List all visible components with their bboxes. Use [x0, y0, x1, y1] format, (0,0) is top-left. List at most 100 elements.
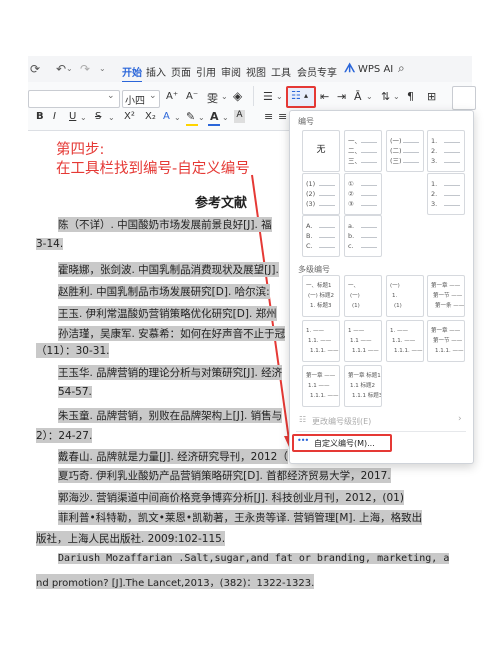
numbering-style-marker: 三、 — [348, 157, 361, 165]
numbering-style-option[interactable]: 一、 二、 三、 — [344, 130, 382, 172]
multilevel-style-marker: 一、 — [348, 283, 360, 289]
reference-line: 霍晓娜，张剑波. 中国乳制品消费现状及展望[J]. — [58, 262, 279, 277]
numbering-style-line — [361, 142, 377, 143]
numbering-style-line — [444, 142, 460, 143]
numbering-style-option[interactable]: (一) (二) (三) — [386, 130, 424, 172]
reference-line: 郭海沙. 营销渠道中间商价格竞争博弈分析[J]. 科技创业月刊，2012，(01… — [58, 490, 404, 505]
reference-line: （11）：30-31. — [36, 343, 110, 358]
numbering-dropdown: 编号 多级编号 ☷ 更改编号级别(E) › ••• 自定义编号(M)... 无一… — [289, 110, 474, 464]
reference-line: 夏巧奇. 伊利乳业酸奶产品营销策略研究[D]. 首都经济贸易大学，2017. — [58, 468, 391, 483]
multilevel-style-option[interactable]: 第一章 —— 第一节 —— 第一条 —— — [427, 275, 465, 317]
multilevel-style-marker: 1 —— — [348, 328, 365, 334]
numbering-style-marker: (2) — [306, 190, 316, 198]
change-level-icon: ☷ — [299, 415, 307, 424]
multilevel-style-marker: 1.1 —— — [350, 338, 372, 344]
multilevel-style-marker: 1.1.1 —— — [352, 348, 379, 354]
numbering-style-option[interactable]: 1. 2. 3. — [427, 130, 465, 172]
numbering-style-line — [444, 162, 460, 163]
numbering-style-marker: C. — [306, 242, 313, 250]
numbering-style-line — [361, 205, 377, 206]
numbering-style-marker: (二) — [390, 147, 402, 155]
numbering-style-line — [319, 247, 335, 248]
numbering-style-option[interactable]: (1) (2) (3) — [302, 173, 340, 215]
more-dots-icon: ••• — [297, 436, 309, 445]
numbering-style-option[interactable]: a. b. c. — [344, 215, 382, 257]
numbering-section-title: 编号 — [298, 117, 314, 126]
multilevel-style-marker: 第一章 标题1 — [348, 373, 381, 379]
numbering-style-line — [361, 162, 377, 163]
numbering-style-marker: 3. — [431, 200, 438, 208]
multilevel-style-marker: 1. —— — [306, 328, 324, 334]
numbering-style-line — [403, 142, 419, 143]
multilevel-style-option[interactable]: 第一章 标题1 1.1 标题2 1.1.1 标题3 — [344, 365, 382, 407]
numbering-style-marker: A. — [306, 222, 313, 230]
numbering-style-option[interactable]: 1. 2. 3. — [427, 173, 465, 215]
numbering-style-line — [361, 152, 377, 153]
multilevel-style-option[interactable]: 1. —— 1.1. —— 1.1.1. —— — [386, 320, 424, 362]
multilevel-style-marker: 1. —— — [390, 328, 408, 334]
multilevel-style-marker: 1. 标题3 — [310, 303, 332, 309]
multilevel-style-marker: 第一章 —— — [431, 283, 461, 289]
numbering-style-marker: (1) — [306, 180, 316, 188]
multilevel-style-marker: (1) — [394, 303, 402, 309]
multilevel-style-marker: 1.1.1. —— — [435, 348, 464, 354]
numbering-style-marker: (一) — [390, 137, 402, 145]
multilevel-style-marker: 第一章 —— — [431, 328, 461, 334]
numbering-style-marker: ③ — [348, 200, 354, 208]
multilevel-style-option[interactable]: 1. —— 1.1. —— 1.1.1. —— — [302, 320, 340, 362]
numbering-none-option[interactable]: 无 — [302, 130, 340, 172]
multilevel-style-marker: (一) — [350, 293, 360, 299]
multilevel-style-option[interactable]: 第一章 —— 1.1 —— 1.1.1. —— — [302, 365, 340, 407]
numbering-style-line — [361, 237, 377, 238]
numbering-style-line — [444, 152, 460, 153]
numbering-style-marker: 1. — [431, 180, 438, 188]
numbering-style-line — [403, 162, 419, 163]
numbering-style-line — [319, 185, 335, 186]
multilevel-style-option[interactable]: 一、 (一) (1) — [344, 275, 382, 317]
reference-line: 54-57. — [58, 386, 92, 398]
reference-line: 2）：24-27. — [36, 428, 93, 443]
reference-line: 王玉华. 品牌营销的理论分析与对策研究[J]. 经济 — [58, 365, 283, 380]
custom-numbering-item[interactable]: ••• 自定义编号(M)... — [292, 434, 392, 452]
multilevel-style-marker: (一) 标题2 — [308, 293, 335, 299]
numbering-style-marker: B. — [306, 232, 313, 240]
multilevel-style-marker: 一、标题1 — [306, 283, 332, 289]
reference-line: 版社，上海人民出版社. 2009:102-115. — [36, 531, 226, 546]
multilevel-style-option[interactable]: 1 —— 1.1 —— 1.1.1 —— — [344, 320, 382, 362]
menu-divider — [296, 431, 466, 432]
numbering-style-option[interactable]: A. B. C. — [302, 215, 340, 257]
numbering-style-marker: (三) — [390, 157, 402, 165]
reference-line: 3-14. — [36, 238, 64, 250]
submenu-arrow-icon: › — [458, 414, 462, 424]
multilevel-style-marker: 第一条 —— — [435, 303, 465, 309]
change-level-item: 更改编号级别(E) — [312, 417, 372, 426]
multilevel-style-marker: 1.1.1. —— — [310, 348, 339, 354]
multilevel-style-marker: (一) — [390, 283, 400, 289]
multilevel-style-option[interactable]: 一、标题1 (一) 标题2 1. 标题3 — [302, 275, 340, 317]
reference-line: 王玉. 伊利常温酸奶营销策略优化研究[D]. 郑州 — [58, 306, 277, 321]
numbering-style-line — [444, 195, 460, 196]
multilevel-style-marker: 1.1. —— — [308, 338, 332, 344]
numbering-style-option[interactable]: ① ② ③ — [344, 173, 382, 215]
numbering-style-marker: c. — [348, 242, 354, 250]
reference-line: 朱玉童. 品牌营销，别败在品牌架构上[J]. 销售与 — [58, 408, 283, 423]
multilevel-style-marker: 1.1.1. —— — [394, 348, 423, 354]
numbering-style-marker: ① — [348, 180, 354, 188]
multilevel-style-marker: 第一节 —— — [433, 338, 463, 344]
reference-line: 菲利普•科特勒，凯文•莱恩•凯勒著，王永贵等译. 营销管理[M]. 上海，格致出 — [58, 510, 423, 525]
multilevel-style-marker: (1) — [352, 303, 360, 309]
numbering-style-marker: 2. — [431, 147, 438, 155]
reference-line: 赵胜利. 中国乳制品市场发展研究[D]. 哈尔滨: — [58, 284, 270, 299]
custom-numbering-label: 自定义编号(M)... — [314, 439, 375, 448]
reference-line: Dariush Mozaffarian .Salt,sugar,and fat … — [58, 553, 450, 564]
numbering-style-marker: 1. — [431, 137, 438, 145]
numbering-style-line — [403, 152, 419, 153]
numbering-style-marker: 一、 — [348, 137, 361, 145]
multilevel-style-marker: 第一章 —— — [306, 373, 336, 379]
multilevel-style-option[interactable]: (一) 1. (1) — [386, 275, 424, 317]
multilevel-style-marker: 1.1.1 标题3 — [352, 393, 382, 399]
multilevel-style-option[interactable]: 第一章 —— 第一节 —— 1.1.1. —— — [427, 320, 465, 362]
numbering-style-line — [444, 205, 460, 206]
reference-line: 孙洁瑾，吴康军. 安慕希：如何在好声音不止于冠 — [58, 326, 286, 341]
numbering-style-marker: ② — [348, 190, 354, 198]
